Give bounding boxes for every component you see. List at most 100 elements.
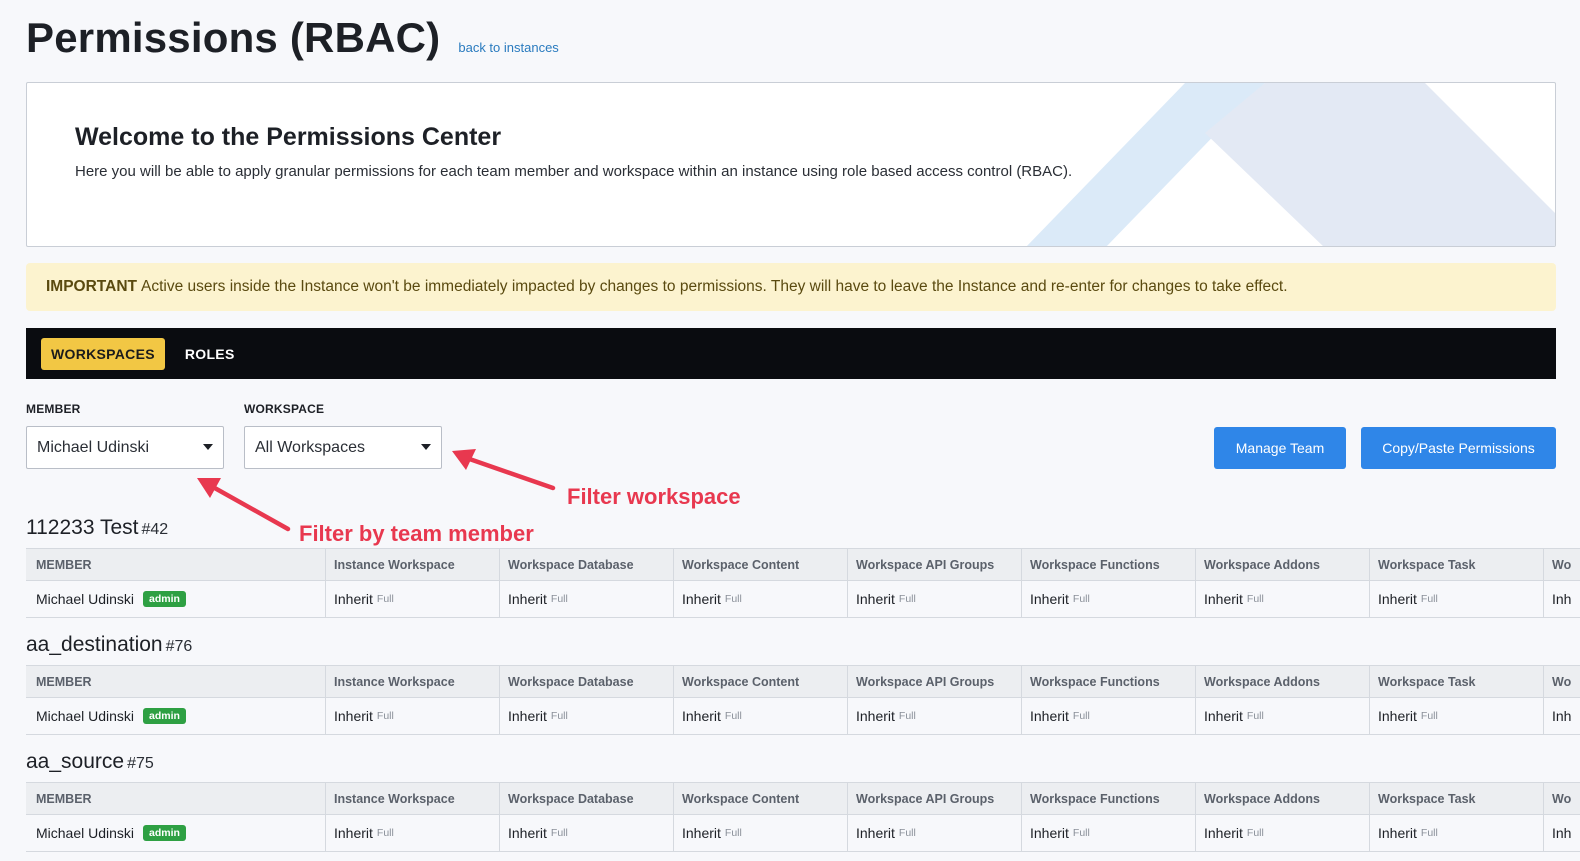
- permission-cell[interactable]: Inherit Full: [674, 698, 848, 734]
- annotation-filter-member: Filter by team member: [299, 521, 534, 546]
- manage-team-button[interactable]: Manage Team: [1214, 427, 1346, 469]
- permission-level: Full: [724, 593, 742, 605]
- column-header: Workspace Content: [674, 666, 848, 697]
- permission-cell[interactable]: Inherit Full: [1022, 581, 1196, 617]
- permission-level: Full: [898, 593, 916, 605]
- permission-value: Inherit: [1378, 708, 1417, 724]
- permission-level: Full: [1420, 827, 1438, 839]
- column-header: Workspace Database: [500, 549, 674, 580]
- permission-level: Full: [1420, 593, 1438, 605]
- permission-level: Full: [898, 827, 916, 839]
- permission-value: Inh: [1552, 591, 1572, 607]
- permission-level: Full: [1246, 593, 1264, 605]
- workspace-select[interactable]: All Workspaces: [244, 426, 442, 469]
- welcome-heading: Welcome to the Permissions Center: [75, 123, 502, 151]
- permissions-table: MEMBER Instance Workspace Workspace Data…: [26, 665, 1580, 735]
- column-header: Workspace Functions: [1022, 549, 1196, 580]
- arrow-to-member-filter: [201, 479, 291, 532]
- column-header: Workspace Task: [1370, 549, 1544, 580]
- workspace-select-value: All Workspaces: [255, 438, 365, 456]
- permission-cell[interactable]: Inherit Full: [326, 815, 500, 851]
- permission-cell[interactable]: Inherit Full: [1196, 815, 1370, 851]
- back-to-instances-link[interactable]: back to instances: [458, 40, 558, 55]
- workspace-name: aa_source: [26, 750, 125, 773]
- column-header: Wo: [1544, 783, 1580, 814]
- permission-value: Inherit: [1378, 591, 1417, 607]
- notice-text: Active users inside the Instance won't b…: [140, 278, 1288, 295]
- permission-cell[interactable]: Inherit Full: [1370, 581, 1544, 617]
- permission-cell[interactable]: Inherit Full: [1022, 815, 1196, 851]
- permission-cell[interactable]: Inherit Full: [500, 581, 674, 617]
- tab-roles[interactable]: ROLES: [175, 338, 245, 370]
- tab-workspaces[interactable]: WORKSPACES: [41, 337, 165, 370]
- page-header: Permissions (RBAC) back to instances: [26, 14, 559, 62]
- table-header: MEMBER Instance Workspace Workspace Data…: [26, 548, 1580, 581]
- permission-value: Inherit: [856, 708, 895, 724]
- column-header: Wo: [1544, 549, 1580, 580]
- permission-cell[interactable]: Inherit Full: [1196, 698, 1370, 734]
- permission-value: Inherit: [682, 708, 721, 724]
- permission-level: Full: [1246, 710, 1264, 722]
- table-header: MEMBER Instance Workspace Workspace Data…: [26, 782, 1580, 815]
- workspace-id: #75: [127, 755, 154, 772]
- column-header: Workspace Database: [500, 783, 674, 814]
- column-header: Workspace Functions: [1022, 783, 1196, 814]
- permission-cell[interactable]: Inherit Full: [1370, 815, 1544, 851]
- permission-cell[interactable]: Inherit Full: [500, 698, 674, 734]
- column-header: Workspace Content: [674, 549, 848, 580]
- permission-cell[interactable]: Inherit Full: [848, 698, 1022, 734]
- welcome-text: Here you will be able to apply granular …: [75, 163, 1073, 180]
- permission-cell[interactable]: Inherit Full: [674, 581, 848, 617]
- member-cell: Michael Udinski admin: [26, 698, 326, 734]
- member-name: Michael Udinski: [36, 708, 135, 724]
- column-header: Workspace API Groups: [848, 783, 1022, 814]
- permission-value: Inherit: [682, 591, 721, 607]
- member-name: Michael Udinski: [36, 591, 135, 607]
- caret-down-icon: [203, 444, 213, 450]
- permission-value: Inh: [1552, 708, 1572, 724]
- member-name: Michael Udinski: [36, 825, 135, 841]
- permission-cell[interactable]: Inherit Full: [1370, 698, 1544, 734]
- permission-value: Inherit: [1378, 825, 1417, 841]
- table-row: Michael Udinski admin Inherit Full Inherit…: [26, 815, 1580, 852]
- permission-cell[interactable]: Inh: [1544, 581, 1580, 617]
- member-select[interactable]: Michael Udinski: [26, 426, 224, 469]
- workspace-title: 112233 Test #42: [26, 516, 168, 540]
- column-header: Workspace Content: [674, 783, 848, 814]
- column-header: Workspace Functions: [1022, 666, 1196, 697]
- permission-value: Inherit: [334, 708, 373, 724]
- permission-cell[interactable]: Inherit Full: [326, 698, 500, 734]
- permission-cell[interactable]: Inh: [1544, 815, 1580, 851]
- column-header: Workspace Database: [500, 666, 674, 697]
- permission-value: Inherit: [856, 825, 895, 841]
- permission-level: Full: [376, 593, 394, 605]
- permission-cell[interactable]: Inherit Full: [1022, 698, 1196, 734]
- permission-value: Inherit: [856, 591, 895, 607]
- column-header: Instance Workspace: [326, 666, 500, 697]
- workspace-filter-label: WORKSPACE: [244, 402, 325, 416]
- workspace-title: aa_source #75: [26, 750, 154, 774]
- column-header: Wo: [1544, 666, 1580, 697]
- permission-cell[interactable]: Inherit Full: [674, 815, 848, 851]
- column-header: Instance Workspace: [326, 549, 500, 580]
- permission-cell[interactable]: Inherit Full: [326, 581, 500, 617]
- column-header: Workspace Task: [1370, 666, 1544, 697]
- copy-paste-permissions-button[interactable]: Copy/Paste Permissions: [1361, 427, 1556, 469]
- column-header: Instance Workspace: [326, 783, 500, 814]
- permission-level: Full: [1072, 710, 1090, 722]
- permission-cell[interactable]: Inherit Full: [500, 815, 674, 851]
- permissions-table: MEMBER Instance Workspace Workspace Data…: [26, 548, 1580, 618]
- permission-level: Full: [376, 827, 394, 839]
- permission-cell[interactable]: Inh: [1544, 698, 1580, 734]
- permission-cell[interactable]: Inherit Full: [848, 581, 1022, 617]
- workspace-name: aa_destination: [26, 633, 163, 656]
- welcome-panel: Welcome to the Permissions Center Here y…: [26, 82, 1556, 247]
- permission-cell[interactable]: Inherit Full: [1196, 581, 1370, 617]
- workspace-title: aa_destination #76: [26, 633, 192, 657]
- member-select-value: Michael Udinski: [37, 438, 150, 456]
- permission-cell[interactable]: Inherit Full: [848, 815, 1022, 851]
- column-header: MEMBER: [26, 666, 326, 697]
- permission-level: Full: [724, 827, 742, 839]
- permission-level: Full: [550, 593, 568, 605]
- permission-value: Inherit: [1204, 708, 1243, 724]
